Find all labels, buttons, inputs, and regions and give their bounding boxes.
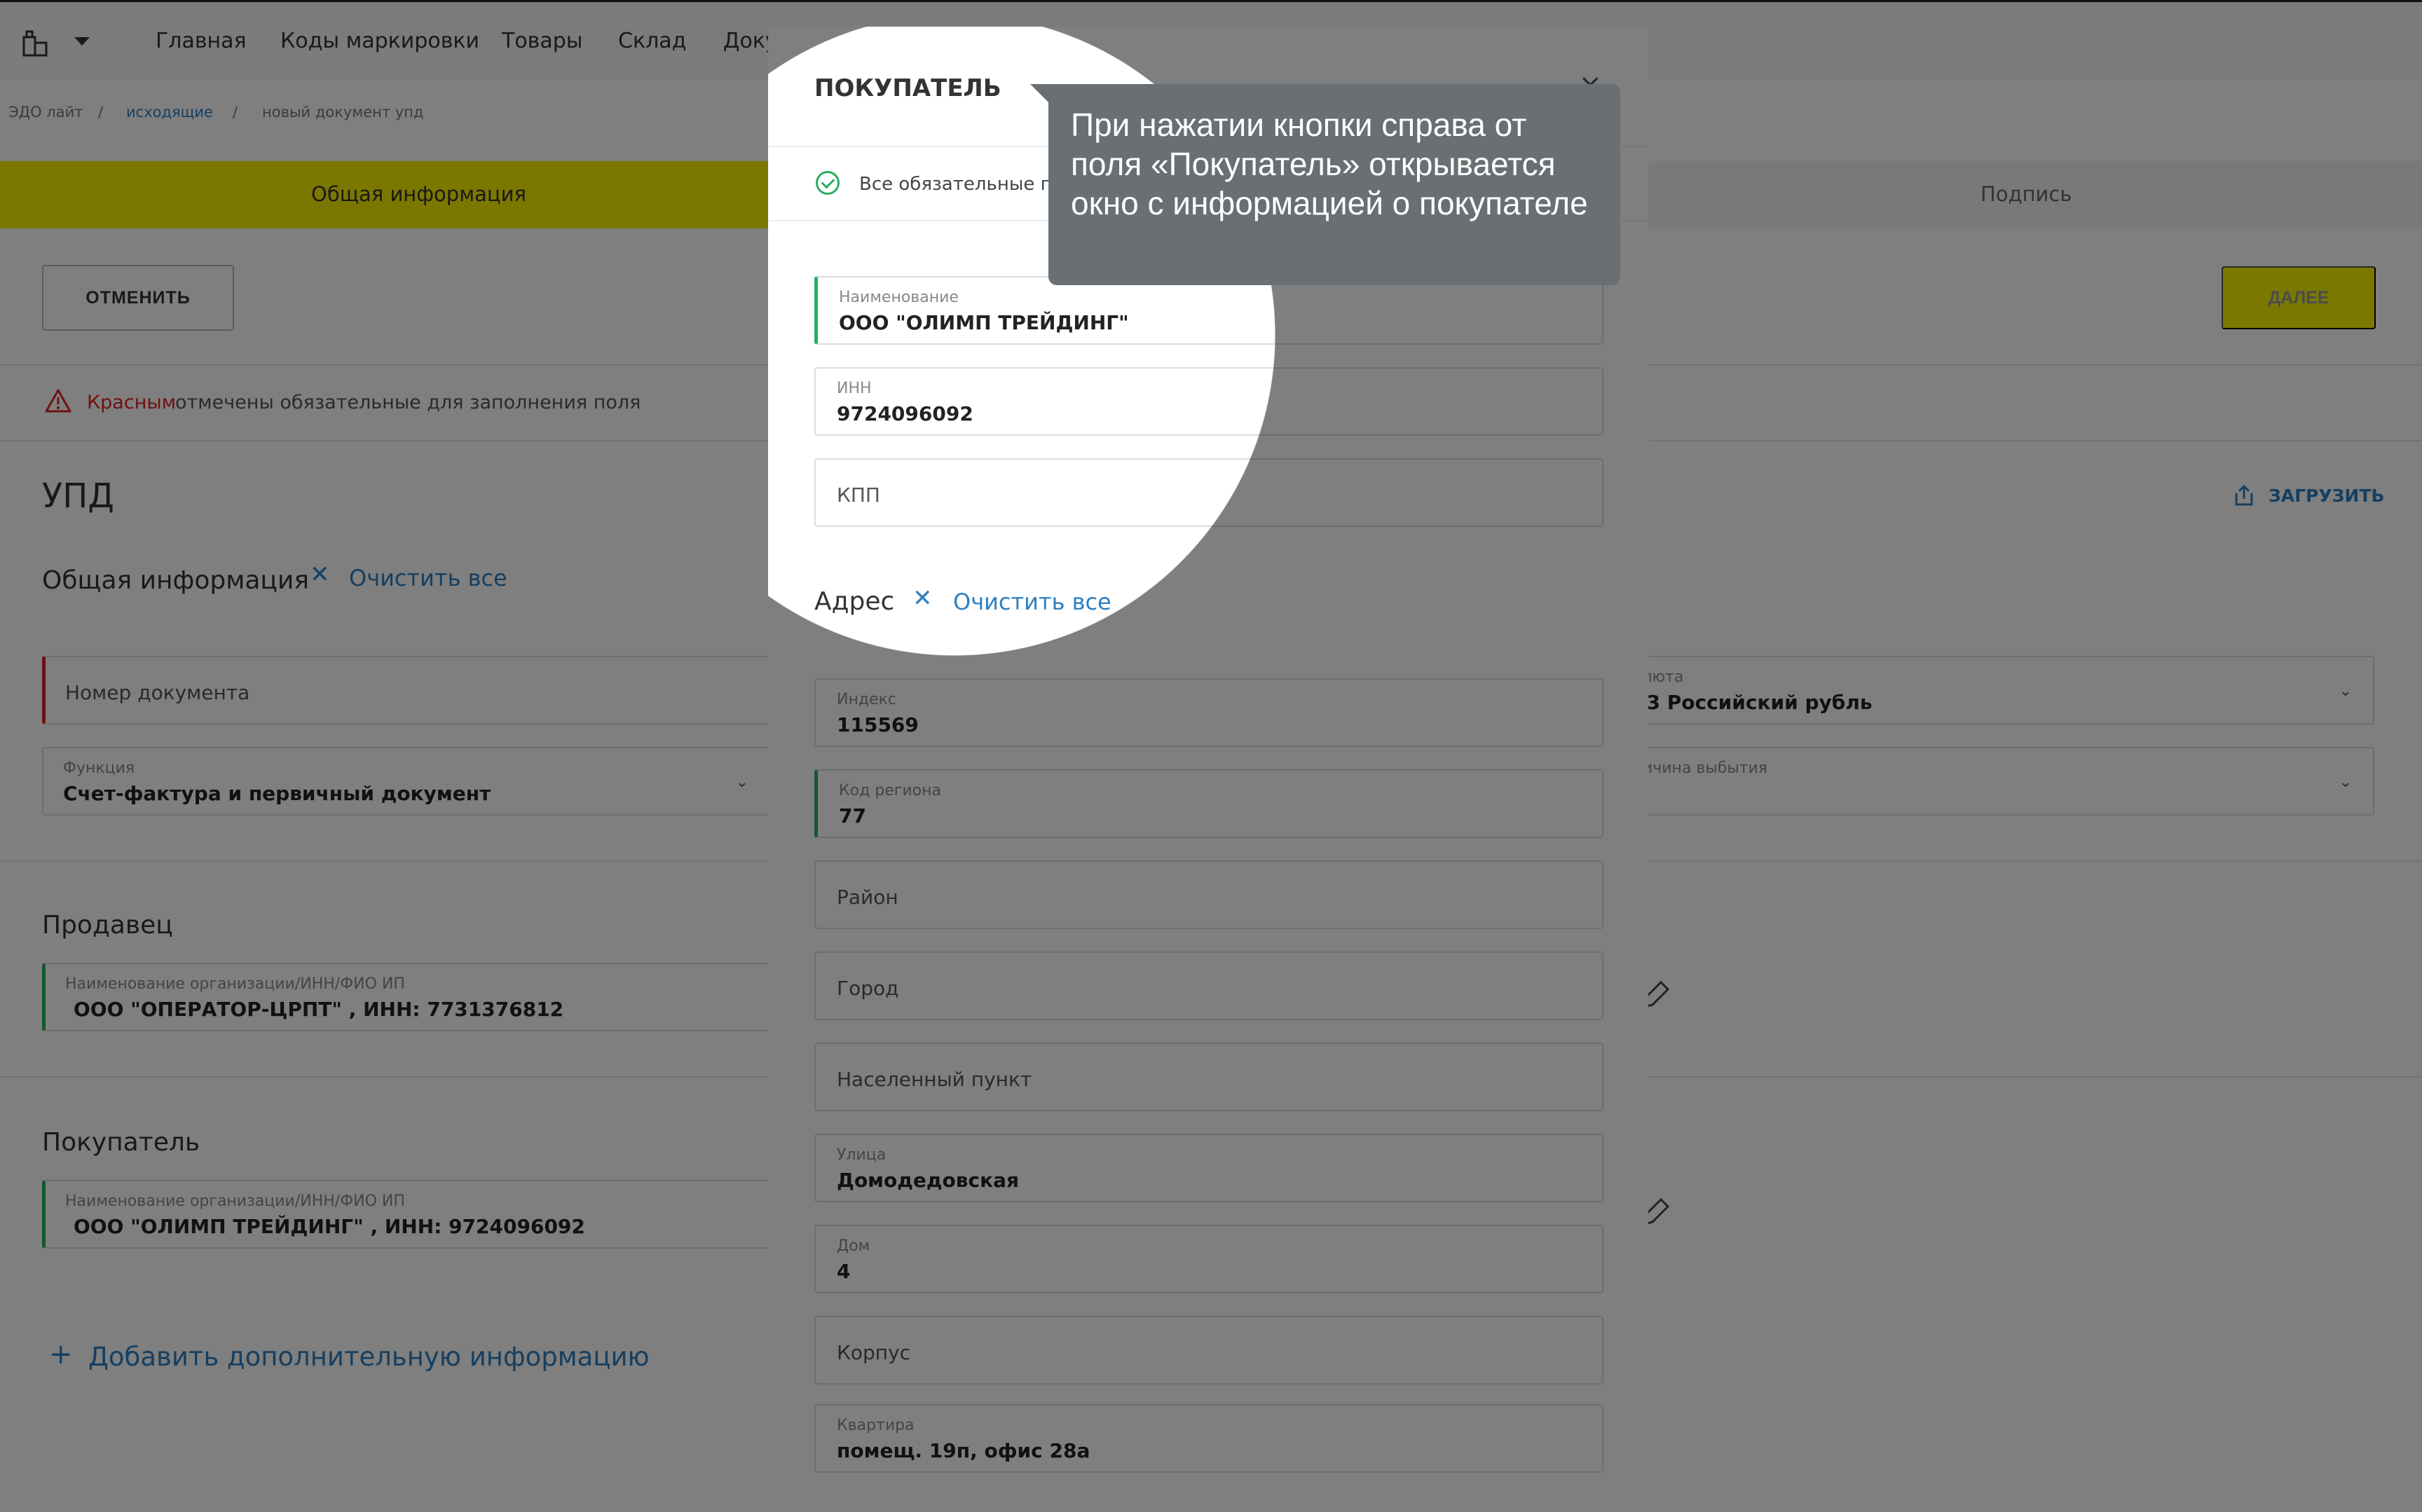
guide-tooltip: При нажатии кнопки справа от поля «Покуп… <box>1048 84 1620 285</box>
tooltip-text: При нажатии кнопки справа от поля «Покуп… <box>1071 106 1588 221</box>
